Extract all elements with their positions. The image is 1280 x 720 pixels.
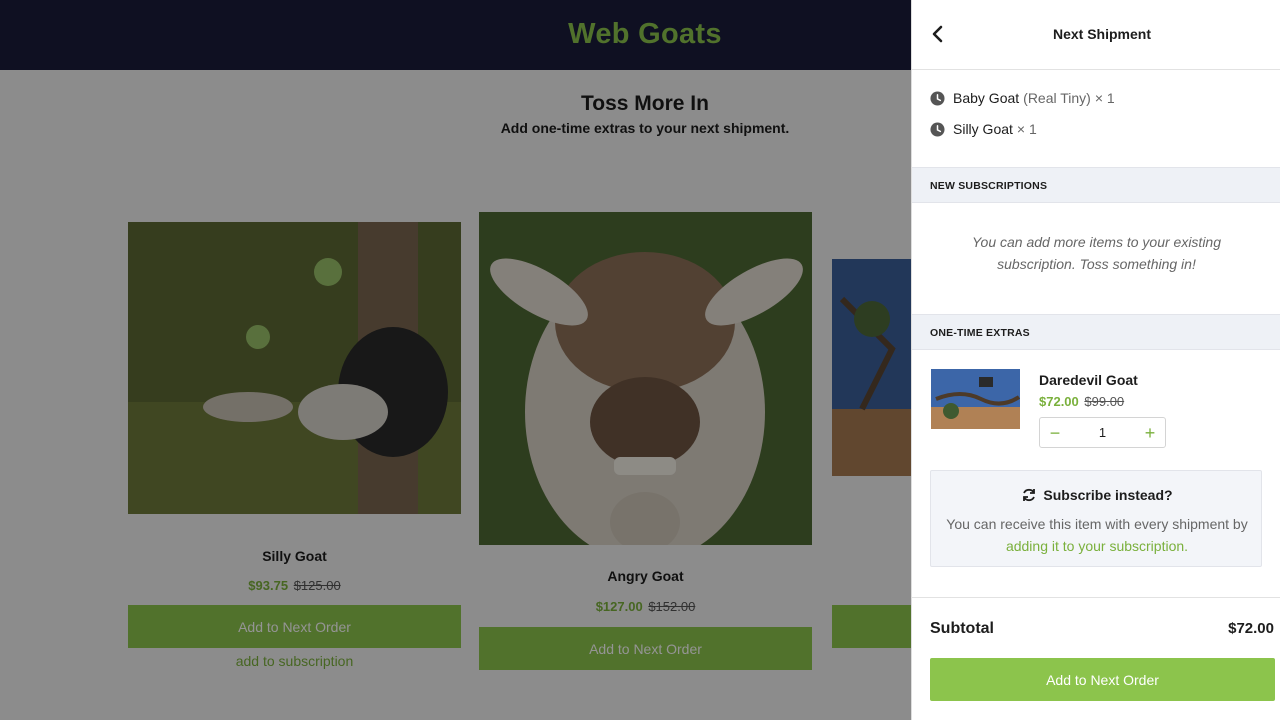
new-subscriptions-empty-message: You can add more items to your existing …: [971, 234, 1222, 272]
subscribe-text: You can receive this item with every shi…: [946, 516, 1248, 532]
subscribe-description: You can receive this item with every shi…: [939, 513, 1255, 557]
shipment-item-variant: (Real Tiny): [1023, 90, 1091, 106]
section-heading: ONE-TIME EXTRAS: [930, 327, 1030, 339]
increase-quantity-button[interactable]: +: [1139, 421, 1161, 445]
shipment-item-quantity: × 1: [1016, 121, 1037, 137]
new-subscriptions-section-header: NEW SUBSCRIPTIONS: [912, 167, 1280, 203]
subtotal-value: $72.00: [1228, 620, 1274, 637]
drawer-header: Next Shipment: [912, 0, 1280, 70]
shipment-item-name: Baby Goat: [953, 90, 1020, 106]
extra-item-thumbnail: [931, 369, 1020, 429]
shipment-item-name: Silly Goat: [953, 121, 1013, 137]
modal-backdrop-overlay[interactable]: [0, 0, 911, 720]
one-time-extras-section-header: ONE-TIME EXTRAS: [912, 314, 1280, 350]
quantity-stepper: − 1 +: [1039, 417, 1166, 448]
refresh-icon: [1023, 488, 1036, 502]
next-shipment-drawer: Next Shipment Baby Goat (Real Tiny) × 1 …: [911, 0, 1280, 720]
subscribe-title-text: Subscribe instead?: [1043, 487, 1173, 503]
sale-price: $72.00: [1039, 394, 1079, 409]
subscribe-instead-box: Subscribe instead? You can receive this …: [930, 470, 1262, 567]
compare-price: $99.00: [1084, 394, 1125, 409]
subtotal-label: Subtotal: [930, 620, 994, 637]
shipment-item-quantity: × 1: [1094, 90, 1115, 106]
section-heading: NEW SUBSCRIPTIONS: [930, 180, 1048, 192]
shipment-item: Silly Goat × 1: [930, 121, 1037, 137]
clock-icon: [930, 90, 945, 106]
shipment-item: Baby Goat (Real Tiny) × 1: [930, 90, 1115, 106]
extra-item-price: $72.00 $99.00: [1039, 394, 1124, 409]
subscribe-title: Subscribe instead?: [931, 487, 1263, 503]
drawer-title: Next Shipment: [1052, 26, 1151, 42]
extra-item-name: Daredevil Goat: [1039, 372, 1138, 388]
add-to-next-order-button[interactable]: Add to Next Order: [930, 658, 1275, 701]
clock-icon: [930, 121, 945, 137]
add-to-subscription-link[interactable]: adding it to your subscription.: [1006, 538, 1188, 554]
footer-divider: [912, 597, 1280, 598]
